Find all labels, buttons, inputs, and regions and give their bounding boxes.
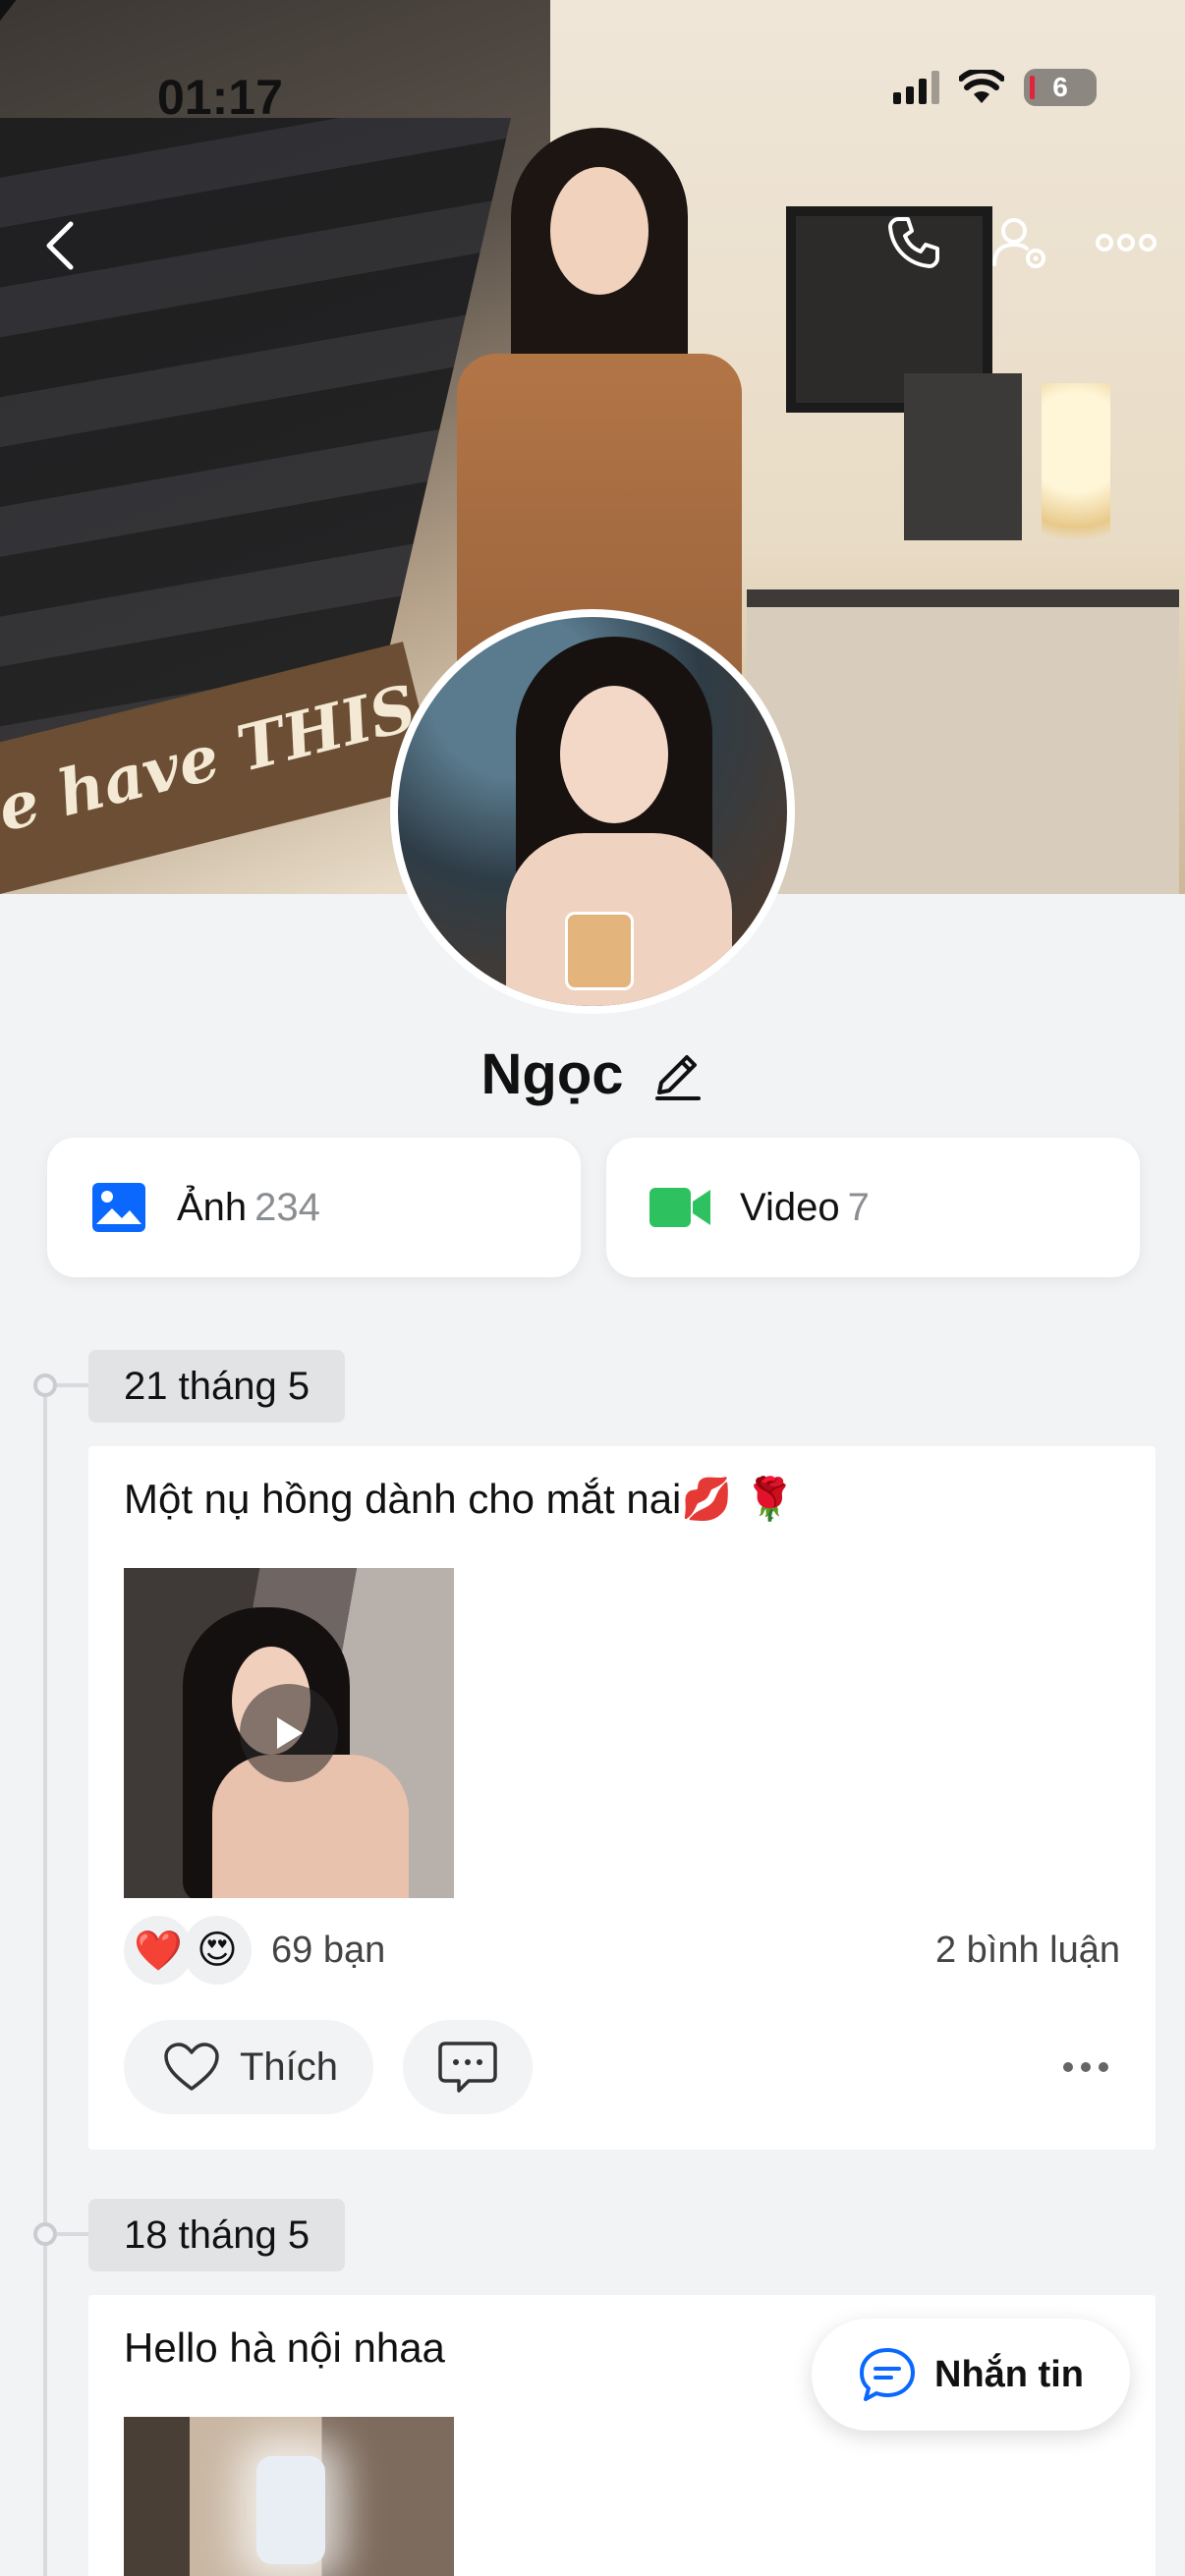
status-time: 01:17 <box>157 70 283 125</box>
cellular-signal-icon <box>893 71 939 104</box>
post-caption: Một nụ hồng dành cho mắt nai💋 🌹 <box>124 1476 796 1522</box>
post-video-thumbnail[interactable] <box>124 1568 454 1898</box>
timeline-line <box>43 1385 47 2576</box>
timeline-dot <box>33 2222 57 2246</box>
timeline-tick <box>57 1383 92 1387</box>
more-horizontal-icon <box>1096 234 1157 252</box>
photos-count: 234 <box>254 1185 320 1229</box>
post-photo-thumbnail[interactable] <box>124 2417 454 2576</box>
comment-icon <box>438 2042 497 2093</box>
video-icon <box>649 1188 710 1227</box>
phone-icon <box>888 217 939 268</box>
media-row: Ảnh 234 Video 7 <box>47 1138 1140 1277</box>
videos-card[interactable]: Video 7 <box>606 1138 1140 1277</box>
status-icons: 6 <box>893 69 1097 106</box>
user-settings-icon <box>992 218 1045 268</box>
timeline-dot <box>33 1373 57 1397</box>
timeline-tick <box>57 2232 92 2236</box>
profile-name: Ngọc <box>480 1042 624 1106</box>
comment-button[interactable] <box>403 2020 534 2114</box>
heart-outline-icon <box>164 2043 219 2091</box>
chat-icon <box>860 2348 915 2401</box>
photos-card[interactable]: Ảnh 234 <box>47 1138 581 1277</box>
call-button[interactable] <box>882 211 945 274</box>
post-actions: Thích <box>124 2020 1120 2114</box>
top-actions <box>882 211 1157 274</box>
profile-avatar[interactable] <box>390 609 795 1014</box>
message-label: Nhắn tin <box>934 2353 1084 2395</box>
videos-count: 7 <box>847 1185 870 1229</box>
post-date: 18 tháng 5 <box>88 2199 346 2271</box>
comment-count[interactable]: 2 bình luận <box>935 1930 1120 1972</box>
back-button[interactable] <box>37 216 86 275</box>
reaction-summary[interactable]: ❤️ 😍 69 bạn 2 bình luận <box>124 1916 1120 1985</box>
post-more-button[interactable] <box>1051 2047 1120 2087</box>
cover-desk <box>747 589 1179 894</box>
edit-name-icon[interactable] <box>649 1047 705 1102</box>
photos-label: Ảnh <box>177 1185 248 1229</box>
more-button[interactable] <box>1095 211 1157 274</box>
avatar-photo <box>398 617 787 1006</box>
cover-board <box>904 373 1022 540</box>
like-button[interactable]: Thích <box>124 2020 374 2114</box>
message-button[interactable]: Nhắn tin <box>812 2319 1130 2431</box>
chevron-left-icon <box>46 221 74 270</box>
reaction-count: 69 bạn <box>271 1929 386 1971</box>
videos-label: Video <box>740 1185 840 1229</box>
photo-icon <box>92 1183 145 1232</box>
heart-eyes-reaction-icon: 😍 <box>183 1916 252 1985</box>
like-label: Thích <box>240 2044 339 2089</box>
post-card[interactable]: Một nụ hồng dành cho mắt nai💋 🌹 ❤️ 😍 69 … <box>88 1446 1156 2150</box>
battery-icon: 6 <box>1024 69 1097 106</box>
post-caption: Hello hà nội nhaa <box>124 2324 445 2371</box>
post-date: 21 tháng 5 <box>88 1350 346 1423</box>
cover-lamp <box>1042 383 1110 580</box>
profile-settings-button[interactable] <box>988 211 1051 274</box>
wifi-icon <box>959 70 1004 103</box>
profile-name-row: Ngọc <box>0 1041 1185 1107</box>
play-icon[interactable] <box>240 1684 338 1782</box>
